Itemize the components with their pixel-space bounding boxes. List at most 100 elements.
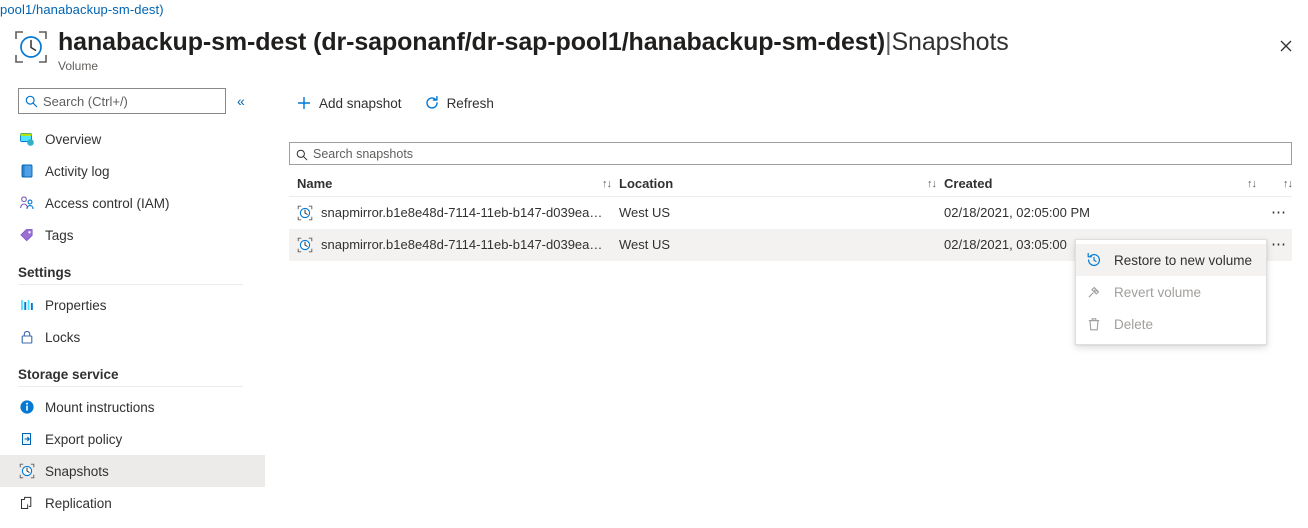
search-icon <box>25 95 38 108</box>
export-policy-icon <box>18 430 36 448</box>
sidebar-item-label: Locks <box>45 330 80 345</box>
chevron-double-left-icon[interactable]: « <box>237 94 245 108</box>
blade-sidebar: « Overview Activity log Access control (IA… <box>0 88 265 519</box>
overview-icon <box>18 130 36 148</box>
plus-icon <box>296 95 312 111</box>
restore-clock-icon <box>1086 252 1102 268</box>
context-menu-item-restore-to-new-volume[interactable]: Restore to new volume <box>1076 244 1266 276</box>
sidebar-item-snapshots[interactable]: Snapshots <box>0 455 265 487</box>
context-menu-item-label: Restore to new volume <box>1114 253 1252 268</box>
refresh-label: Refresh <box>447 96 494 111</box>
sidebar-item-tags[interactable]: Tags <box>0 219 265 251</box>
more-actions-icon[interactable]: ⋯ <box>1266 233 1292 257</box>
sidebar-item-access-control-iam-[interactable]: Access control (IAM) <box>0 187 265 219</box>
sidebar-item-label: Snapshots <box>45 464 109 479</box>
resource-type-subtitle: Volume <box>58 59 1009 73</box>
row-context-menu: Restore to new volume Revert volume Delete <box>1075 239 1267 345</box>
column-header-actions: ↑↓ <box>1264 178 1292 190</box>
sidebar-group-settings: Settings <box>0 251 265 284</box>
cell-name: snapmirror.b1e8e48d-7114-11eb-b147-d039e… <box>289 205 619 221</box>
close-icon[interactable] <box>1270 30 1302 62</box>
cell-actions: ⋯ <box>1264 201 1292 225</box>
cell-actions: ⋯ <box>1264 233 1292 257</box>
column-header-name-label: Name <box>297 176 332 191</box>
cell-created: 02/18/2021, 02:05:00 PM <box>944 205 1264 220</box>
replication-icon <box>18 494 36 512</box>
sidebar-item-replication[interactable]: Replication <box>0 487 265 519</box>
sidebar-item-export-policy[interactable]: Export policy <box>0 423 265 455</box>
add-snapshot-label: Add snapshot <box>319 96 402 111</box>
sidebar-item-properties[interactable]: Properties <box>0 289 265 321</box>
info-icon <box>18 398 36 416</box>
sidebar-search-box[interactable] <box>18 88 226 114</box>
search-input[interactable] <box>43 94 219 109</box>
more-actions-icon[interactable]: ⋯ <box>1266 201 1292 225</box>
created-value: 02/18/2021, 02:05:00 PM <box>944 205 1090 220</box>
search-icon <box>296 148 308 160</box>
sort-updown-icon[interactable]: ↑↓ <box>1283 178 1292 190</box>
sidebar-item-label: Mount instructions <box>45 400 155 415</box>
location-value: West US <box>619 237 670 252</box>
sidebar-item-label: Access control (IAM) <box>45 196 170 211</box>
sidebar-item-locks[interactable]: Locks <box>0 321 265 353</box>
created-value: 02/18/2021, 03:05:00 <box>944 237 1067 252</box>
context-menu-item-label: Revert volume <box>1114 285 1201 300</box>
sidebar-item-overview[interactable]: Overview <box>0 123 265 155</box>
page-title: hanabackup-sm-dest (dr-saponanf/dr-sap-p… <box>58 27 1009 57</box>
sidebar-nav-list: Overview Activity log Access control (IAM)… <box>0 123 265 519</box>
column-header-created-label: Created <box>944 176 992 191</box>
snapshot-clock-icon <box>14 30 48 64</box>
sidebar-item-label: Tags <box>45 228 74 243</box>
sidebar-group-divider <box>18 284 243 285</box>
sidebar-search-row: « <box>0 88 265 114</box>
context-menu-item-label: Delete <box>1114 317 1153 332</box>
table-header-row: Name ↑↓ Location ↑↓ Created ↑↓ ↑↓ <box>289 171 1292 197</box>
sidebar-item-label: Properties <box>45 298 107 313</box>
revert-icon <box>1086 284 1102 300</box>
refresh-icon <box>424 95 440 111</box>
sort-updown-icon[interactable]: ↑↓ <box>1247 178 1256 190</box>
sidebar-item-label: Export policy <box>45 432 122 447</box>
sidebar-group-divider <box>18 386 243 387</box>
header-text-group: hanabackup-sm-dest (dr-saponanf/dr-sap-p… <box>58 27 1009 73</box>
sidebar-item-label: Overview <box>45 132 101 147</box>
trash-icon <box>1086 316 1102 332</box>
snapshot-clock-icon <box>297 205 313 221</box>
location-value: West US <box>619 205 670 220</box>
page-title-resource: hanabackup-sm-dest (dr-saponanf/dr-sap-p… <box>58 28 885 56</box>
column-header-location[interactable]: Location ↑↓ <box>619 176 944 191</box>
sort-updown-icon[interactable]: ↑↓ <box>927 178 936 190</box>
snapshots-search-input[interactable] <box>313 147 1285 161</box>
sidebar-item-activity-log[interactable]: Activity log <box>0 155 265 187</box>
breadcrumb[interactable]: pool1/hanabackup-sm-dest) <box>0 2 164 17</box>
activity-log-icon <box>18 162 36 180</box>
tags-icon <box>18 226 36 244</box>
snapshot-clock-icon <box>18 462 36 480</box>
context-menu-item-revert-volume: Revert volume <box>1076 276 1266 308</box>
table-row[interactable]: snapmirror.b1e8e48d-7114-11eb-b147-d039e… <box>289 197 1292 229</box>
snapshot-name-link[interactable]: snapmirror.b1e8e48d-7114-11eb-b147-d039e… <box>321 205 602 220</box>
azure-portal-blade: pool1/hanabackup-sm-dest) hanabackup-sm-… <box>0 0 1308 528</box>
column-header-name[interactable]: Name ↑↓ <box>289 176 619 191</box>
sidebar-item-label: Activity log <box>45 164 110 179</box>
column-header-location-label: Location <box>619 176 673 191</box>
sidebar-group-storage-service: Storage service <box>0 353 265 386</box>
snapshot-name-link[interactable]: snapmirror.b1e8e48d-7114-11eb-b147-d039e… <box>321 237 602 252</box>
properties-icon <box>18 296 36 314</box>
add-snapshot-button[interactable]: Add snapshot <box>288 90 410 116</box>
page-title-section: Snapshots <box>891 28 1008 56</box>
column-header-created[interactable]: Created ↑↓ <box>944 176 1264 191</box>
sidebar-item-mount-instructions[interactable]: Mount instructions <box>0 391 265 423</box>
refresh-button[interactable]: Refresh <box>416 90 502 116</box>
command-bar: Add snapshot Refresh <box>288 90 508 116</box>
sidebar-item-label: Replication <box>45 496 112 511</box>
cell-location: West US <box>619 205 944 220</box>
sort-updown-icon[interactable]: ↑↓ <box>602 178 611 190</box>
lock-icon <box>18 328 36 346</box>
cell-name: snapmirror.b1e8e48d-7114-11eb-b147-d039e… <box>289 237 619 253</box>
snapshot-clock-icon <box>297 237 313 253</box>
snapshots-search-box[interactable] <box>289 142 1292 165</box>
blade-header: hanabackup-sm-dest (dr-saponanf/dr-sap-p… <box>14 27 1009 73</box>
access-control-icon <box>18 194 36 212</box>
context-menu-item-delete: Delete <box>1076 308 1266 340</box>
